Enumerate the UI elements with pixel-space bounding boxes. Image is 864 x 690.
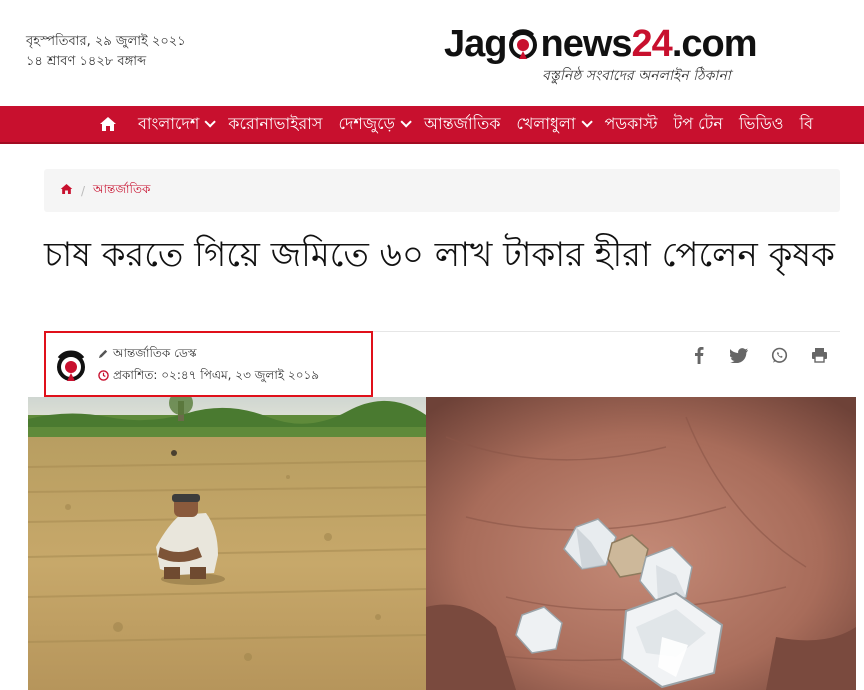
nav-label: বি xyxy=(799,113,814,133)
article-title: চাষ করতে গিয়ে জমিতে ৬০ লাখ টাকার হীরা প… xyxy=(44,235,835,275)
nav-item-top-ten[interactable]: টপ টেন xyxy=(666,111,731,138)
logo-text-com: .com xyxy=(671,23,758,65)
facebook-icon[interactable] xyxy=(688,344,710,366)
date-block: বৃহস্পতিবার, ২৯ জুলাই ২০২১ ১৪ শ্রাবণ ১৪২… xyxy=(26,32,186,72)
logo-text-24: 24 xyxy=(631,23,673,65)
nav-label: বাংলাদেশ xyxy=(138,113,200,133)
share-bar xyxy=(688,344,830,366)
publish-time: প্রকাশিত: ০২:৪৭ পিএম, ২৩ জুলাই ২০১৯ xyxy=(113,368,320,382)
nav-item-coronavirus[interactable]: করোনাভাইরাস xyxy=(220,111,330,138)
breadcrumb: / আন্তর্জাতিক xyxy=(44,169,840,212)
nav-item-sports[interactable]: খেলাধুলা xyxy=(508,111,596,138)
logo-wordmark: Jag news24.com xyxy=(444,20,758,68)
nav-label: দেশজুড়ে xyxy=(338,113,395,133)
author-avatar xyxy=(54,349,88,383)
nav-label: পডকাস্ট xyxy=(604,113,658,133)
chevron-down-icon xyxy=(580,116,593,128)
nav-items: বাংলাদেশ করোনাভাইরাস দেশজুড়ে আন্তর্জাতি… xyxy=(98,111,821,138)
pencil-icon xyxy=(98,348,109,362)
nav-label: আন্তর্জাতিক xyxy=(423,113,501,133)
logo-text-left: Jag xyxy=(444,23,507,65)
nav-label: খেলাধুলা xyxy=(516,113,576,133)
author-name[interactable]: আন্তর্জাতিক ডেস্ক xyxy=(113,345,196,365)
date-bangla: ১৪ শ্রাবণ ১৪২৮ বঙ্গাব্দ xyxy=(26,54,147,69)
site-logo[interactable]: Jag news24.com বস্তুনিষ্ঠ সংবাদের অনলাইন… xyxy=(444,20,774,92)
author-line: আন্তর্জাতিক ডেস্ক xyxy=(98,345,196,365)
author-meta-box: আন্তর্জাতিক ডেস্ক প্রকাশিত: ০২:৪৭ পিএম, … xyxy=(44,331,373,397)
site-header: বৃহস্পতিবার, ২৯ জুলাই ২০২১ ১৪ শ্রাবণ ১৪২… xyxy=(0,0,864,106)
breadcrumb-current[interactable]: আন্তর্জাতিক xyxy=(93,181,150,201)
publish-line: প্রকাশিত: ০২:৪৭ পিএম, ২৩ জুলাই ২০১৯ xyxy=(98,367,319,387)
nav-item-bangladesh[interactable]: বাংলাদেশ xyxy=(130,111,220,138)
whatsapp-icon[interactable] xyxy=(768,344,790,366)
nav-item-podcast[interactable]: পডকাস্ট xyxy=(597,111,666,138)
chevron-down-icon xyxy=(400,116,412,128)
nav-label: টপ টেন xyxy=(673,113,723,133)
nav-item-video[interactable]: ভিডিও xyxy=(731,111,792,138)
clock-icon xyxy=(98,370,109,384)
home-icon[interactable] xyxy=(98,114,118,134)
breadcrumb-separator: / xyxy=(81,183,86,198)
nav-item-deshjure[interactable]: দেশজুড়ে xyxy=(330,111,416,138)
logo-tagline: বস্তুনিষ্ঠ সংবাদের অনলাইন ঠিকানা xyxy=(542,68,731,84)
article-photo-diamonds xyxy=(426,397,856,690)
print-icon[interactable] xyxy=(808,344,830,366)
logo-mark-icon xyxy=(507,24,539,59)
article-photo-farmer xyxy=(28,397,426,690)
breadcrumb-home-icon[interactable] xyxy=(60,183,73,198)
nav-label: করোনাভাইরাস xyxy=(228,113,323,133)
nav-item-more[interactable]: বি xyxy=(792,111,821,138)
main-nav: বাংলাদেশ করোনাভাইরাস দেশজুড়ে আন্তর্জাতি… xyxy=(0,106,864,144)
date-gregorian: বৃহস্পতিবার, ২৯ জুলাই ২০২১ xyxy=(26,34,186,49)
twitter-icon[interactable] xyxy=(728,344,750,366)
nav-item-international[interactable]: আন্তর্জাতিক xyxy=(416,111,508,138)
nav-label: ভিডিও xyxy=(738,113,784,133)
chevron-down-icon xyxy=(204,116,217,128)
logo-text-news: news xyxy=(540,23,632,65)
